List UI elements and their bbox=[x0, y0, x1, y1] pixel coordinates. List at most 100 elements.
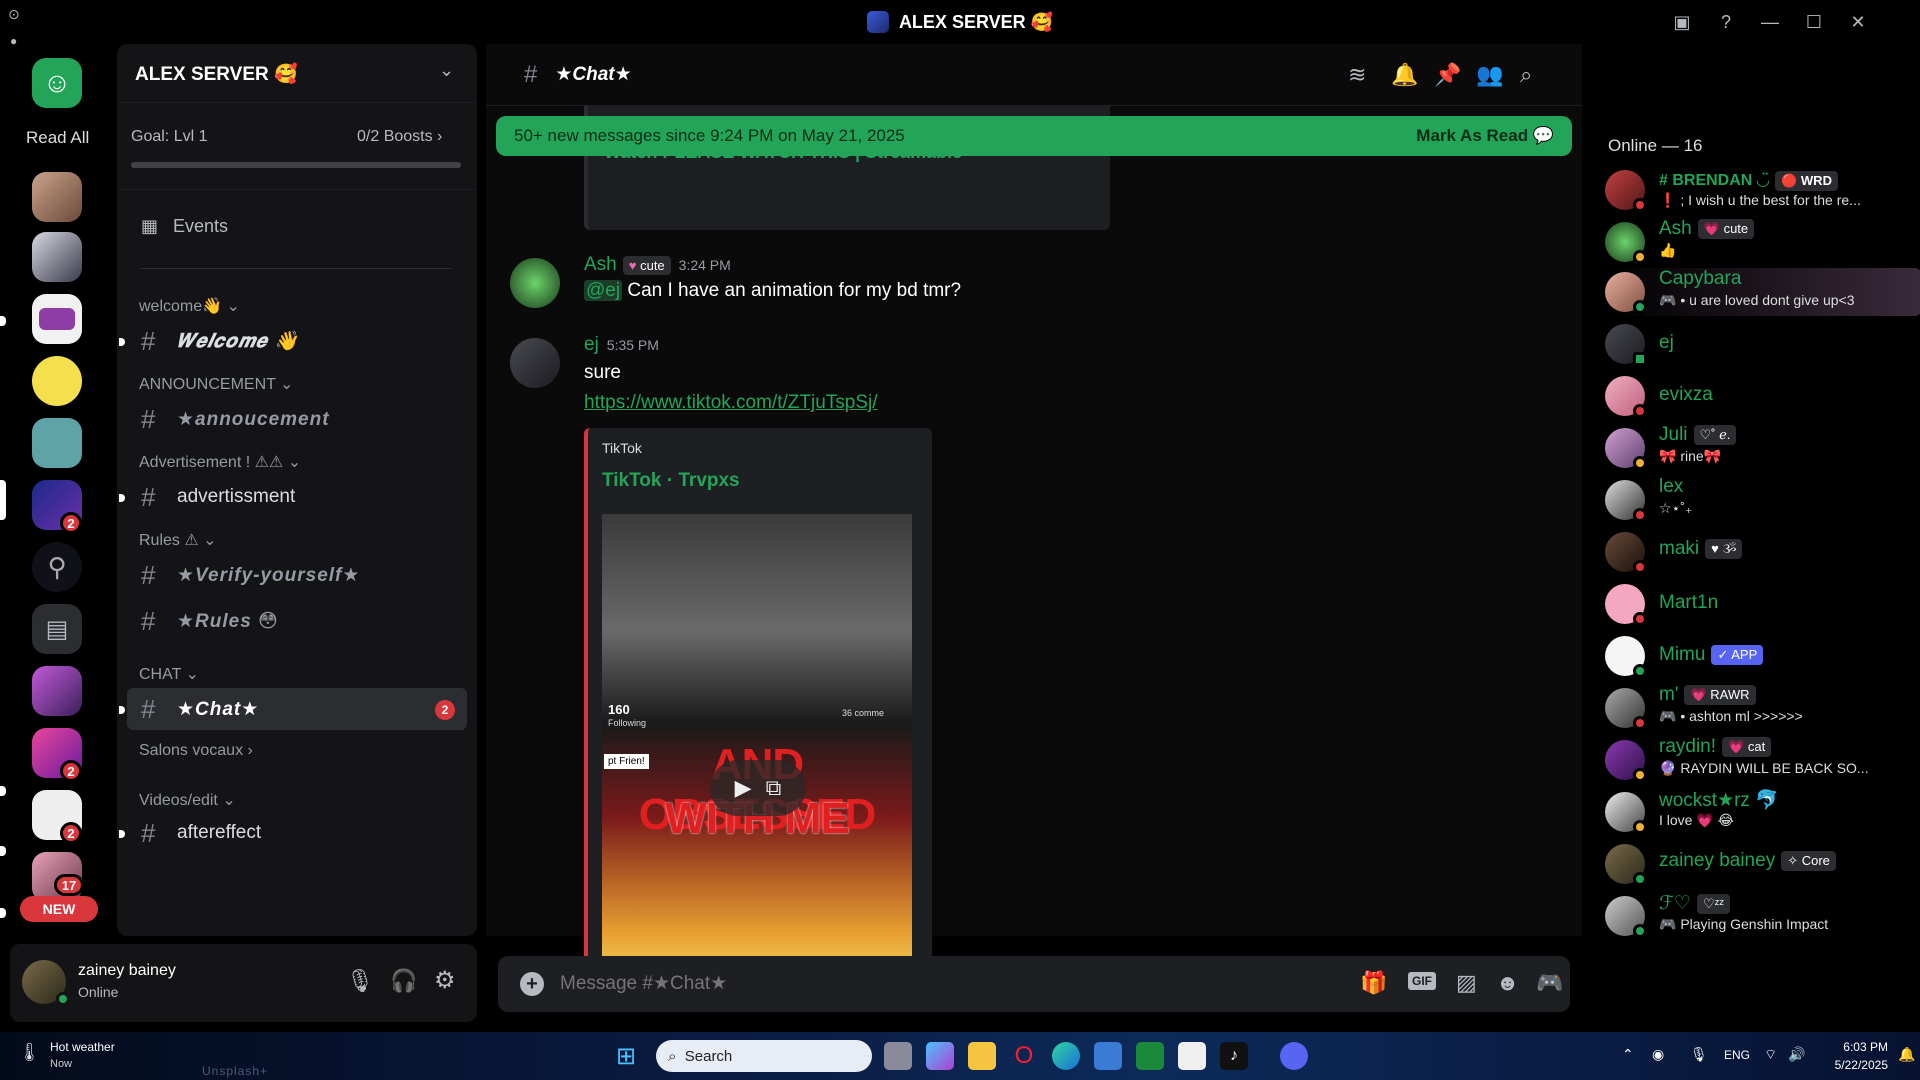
channel-welcome[interactable]: # 𝑾𝒆𝒍𝒄𝒐𝒎𝒆 👋 bbox=[119, 320, 467, 362]
channel-aftereffect[interactable]: # aftereffect bbox=[119, 812, 467, 854]
volume-icon[interactable]: 🔊 bbox=[1788, 1046, 1805, 1063]
boost-count[interactable]: 0/2 Boosts › bbox=[357, 128, 442, 146]
taskbar-search[interactable]: ⌕ Search bbox=[656, 1040, 872, 1072]
gift-icon[interactable]: 🎁 bbox=[1360, 970, 1387, 996]
weather-icon[interactable]: 🌡 bbox=[18, 1042, 41, 1063]
member-item[interactable]: ℱ♡ ♡ᶻᶻ 🎮 Playing Genshin Impact bbox=[1605, 892, 1905, 936]
member-item[interactable]: lex ☆⋆˚₊ bbox=[1605, 476, 1905, 524]
discord-home-icon[interactable]: ☺ bbox=[32, 58, 82, 108]
server-icon-1[interactable] bbox=[32, 172, 82, 222]
server-name[interactable]: ALEX SERVER 🥰 bbox=[135, 62, 298, 86]
category-voice[interactable]: Salons vocaux › bbox=[139, 742, 253, 760]
store-icon[interactable] bbox=[1094, 1042, 1122, 1070]
open-external-icon[interactable]: ⧉ bbox=[766, 775, 782, 801]
mic-icon[interactable]: 🎙 bbox=[346, 968, 374, 994]
language-indicator[interactable]: ENG bbox=[1724, 1048, 1750, 1062]
message-link[interactable]: https://www.tiktok.com/t/ZTjuTspSj/ bbox=[584, 392, 878, 414]
clock-time[interactable]: 6:03 PM bbox=[1828, 1040, 1888, 1054]
play-icon[interactable]: ▶ bbox=[735, 775, 752, 801]
server-icon-2[interactable] bbox=[32, 232, 82, 282]
message-author[interactable]: ej bbox=[584, 334, 599, 355]
channel-advertisment[interactable]: # advertissment bbox=[119, 476, 467, 518]
add-attachment-icon[interactable]: + bbox=[520, 972, 544, 996]
member-item[interactable]: zainey bainey ✧ Core bbox=[1605, 840, 1905, 888]
server-icon-radio[interactable] bbox=[32, 418, 82, 468]
new-messages-banner[interactable]: 50+ new messages since 9:24 PM on May 21… bbox=[496, 116, 1572, 156]
category-chat[interactable]: CHAT ⌄ bbox=[139, 664, 199, 684]
channel-chat[interactable]: # ★Chat★ 2 bbox=[119, 688, 467, 730]
notification-center-icon[interactable]: 🔔 bbox=[1898, 1046, 1915, 1063]
member-item[interactable]: ej bbox=[1605, 320, 1905, 368]
user-name[interactable]: zainey bainey bbox=[78, 962, 176, 980]
member-item[interactable]: Capybara 🎮 • u are loved dont give up<3 bbox=[1605, 268, 1920, 316]
notification-bell-icon[interactable]: 🔔 bbox=[1391, 62, 1418, 88]
member-item[interactable]: Ash 💗 cute 👍 bbox=[1605, 218, 1905, 266]
member-item[interactable]: m' 💗 RAWR 🎮 • ashton ml >>>>>> bbox=[1605, 684, 1905, 732]
category-announcement[interactable]: ANNOUNCEMENT ⌄ bbox=[139, 374, 293, 394]
tiktok-icon[interactable]: ♪ bbox=[1220, 1042, 1248, 1070]
member-item[interactable]: Juli ♡˚ ℯ. 🎀 rine🎀 bbox=[1605, 424, 1905, 472]
inbox-icon[interactable]: ▣ bbox=[1660, 6, 1704, 38]
member-item[interactable]: raydin! 💗 cat 🔮 RAYDIN WILL BE BACK SO... bbox=[1605, 736, 1905, 784]
chevron-down-icon[interactable]: ⌄ bbox=[439, 60, 454, 81]
avatar[interactable] bbox=[510, 258, 560, 308]
minimize-button[interactable]: — bbox=[1748, 6, 1792, 38]
pin-icon[interactable]: 📌 bbox=[1434, 62, 1461, 88]
notepad-icon[interactable] bbox=[1178, 1042, 1206, 1070]
channel-rules[interactable]: # ★Rules 😳 bbox=[127, 600, 467, 642]
category-welcome[interactable]: welcome👋 ⌄ bbox=[139, 296, 240, 316]
user-mention[interactable]: @ej bbox=[584, 280, 623, 301]
server-icon-purple[interactable] bbox=[32, 666, 82, 716]
channel-announcement[interactable]: # ★annoucement bbox=[127, 398, 467, 440]
member-item[interactable]: Mimu ✓ APP bbox=[1605, 632, 1905, 680]
sticker-icon[interactable]: ▨ bbox=[1456, 970, 1477, 996]
message-input[interactable] bbox=[560, 973, 1340, 995]
new-unreads-pill[interactable]: NEW bbox=[20, 896, 98, 922]
file-explorer-icon[interactable] bbox=[968, 1042, 996, 1070]
tray-mic-icon[interactable]: 🎙 bbox=[1690, 1046, 1708, 1063]
terminal-icon[interactable] bbox=[1136, 1042, 1164, 1070]
category-videos[interactable]: Videos/edit ⌄ bbox=[139, 790, 236, 810]
edge-icon[interactable] bbox=[1052, 1042, 1080, 1070]
opera-icon[interactable]: O bbox=[1010, 1042, 1038, 1070]
settings-gear-icon[interactable]: ⚙ bbox=[434, 966, 456, 995]
clock-date[interactable]: 5/22/2025 bbox=[1820, 1058, 1888, 1072]
close-button[interactable]: ✕ bbox=[1836, 6, 1880, 38]
copilot-icon[interactable] bbox=[926, 1042, 954, 1070]
search-icon[interactable]: ⌕ bbox=[1520, 62, 1532, 88]
record-icon[interactable]: ⊙ bbox=[8, 6, 20, 23]
discord-taskbar-icon[interactable] bbox=[1280, 1042, 1308, 1070]
server-icon-doc[interactable]: ▤ bbox=[32, 604, 82, 654]
member-list-icon[interactable]: 👥 bbox=[1476, 62, 1503, 88]
read-all-button[interactable]: Read All bbox=[26, 128, 89, 148]
embed-title[interactable]: TikTok · Trvpxs bbox=[602, 470, 740, 492]
threads-icon[interactable]: ≋ bbox=[1348, 62, 1366, 88]
embed-provider[interactable]: TikTok bbox=[602, 440, 642, 456]
tray-chevron-icon[interactable]: ⌃ bbox=[1622, 1046, 1634, 1063]
video-thumbnail[interactable]: 160 Following 36 comme pt Frien! AND OBS… bbox=[602, 514, 912, 980]
member-item[interactable]: Mart1n bbox=[1605, 580, 1905, 628]
member-item[interactable]: evixza bbox=[1605, 372, 1905, 420]
windows-start-icon[interactable]: ⊞ bbox=[612, 1042, 640, 1070]
avatar[interactable] bbox=[510, 338, 560, 388]
task-view-icon[interactable] bbox=[884, 1042, 912, 1070]
member-item[interactable]: # BRENDAN ◡̈ 🔴 WRD ❗ ; I wish u the best … bbox=[1605, 166, 1905, 214]
member-item[interactable]: maki ♥ ૐ bbox=[1605, 528, 1905, 576]
member-item[interactable]: wockst★rz 🐬 I love 💗 😂 bbox=[1605, 788, 1905, 836]
server-icon-sponge[interactable] bbox=[32, 356, 82, 406]
weather-title[interactable]: Hot weather bbox=[50, 1040, 115, 1054]
message-author[interactable]: Ash bbox=[584, 254, 617, 275]
help-icon[interactable]: ? bbox=[1704, 6, 1748, 38]
gif-icon[interactable]: GIF bbox=[1408, 972, 1436, 990]
category-rules[interactable]: Rules ⚠ ⌄ bbox=[139, 530, 217, 550]
channel-verify[interactable]: # ★Verify-yourself★ bbox=[127, 554, 467, 596]
events-item[interactable]: ▦ Events bbox=[141, 216, 228, 237]
headphones-icon[interactable]: 🎧 bbox=[390, 968, 417, 994]
maximize-button[interactable]: ☐ bbox=[1792, 6, 1836, 38]
category-advertisement[interactable]: Advertisement ! ⚠⚠ ⌄ bbox=[139, 452, 301, 472]
tray-app-icon[interactable]: ◉ bbox=[1652, 1046, 1664, 1063]
boost-goal[interactable]: Goal: Lvl 1 bbox=[131, 128, 207, 146]
server-icon-link[interactable]: ⚲ bbox=[32, 542, 82, 592]
wifi-icon[interactable]: ⌔ bbox=[1764, 1046, 1777, 1064]
activities-icon[interactable]: 🎮 bbox=[1536, 970, 1563, 996]
